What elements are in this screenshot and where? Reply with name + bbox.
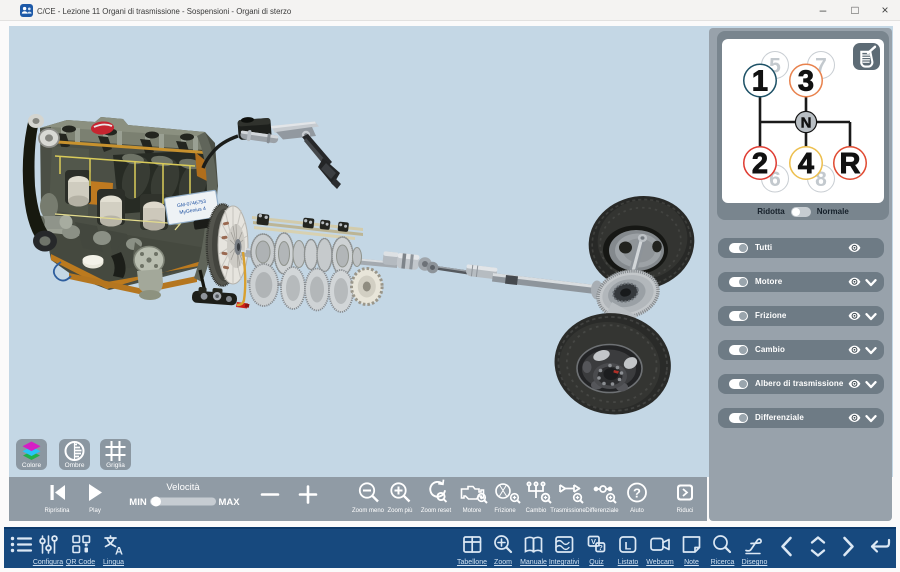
svg-text:1: 1: [752, 66, 768, 98]
svg-text:MAX: MAX: [218, 497, 240, 508]
svg-text:Velocità: Velocità: [166, 482, 200, 493]
svg-text:V: V: [591, 537, 596, 546]
svg-text:R: R: [840, 148, 861, 180]
svg-text:MIN: MIN: [129, 497, 147, 508]
svg-text:3: 3: [798, 66, 814, 98]
svg-text:?: ?: [598, 543, 603, 552]
svg-text:2: 2: [752, 148, 768, 180]
svg-text:L: L: [625, 541, 632, 553]
svg-text:N: N: [801, 115, 812, 132]
svg-text:4: 4: [798, 148, 814, 180]
svg-text:A: A: [115, 546, 123, 558]
svg-text:?: ?: [633, 486, 641, 501]
